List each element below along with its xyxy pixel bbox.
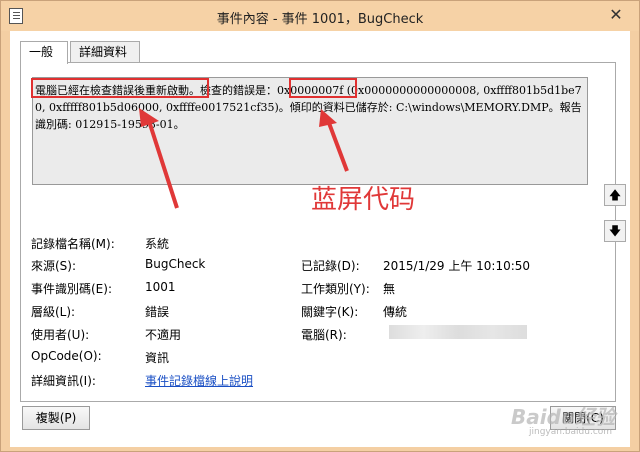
- general-tab-page: 電腦已經在檢查錯誤後重新啟動。檢查的錯誤是：0x0000007f (0x0000…: [20, 62, 616, 402]
- arrow-down-icon: 🡇: [608, 224, 622, 238]
- value-logged: 2015/1/29 上午 10:10:50: [383, 259, 531, 273]
- label-task-category: 工作類別(Y):: [301, 282, 370, 296]
- value-log-name: 系統: [145, 237, 170, 251]
- label-more-info: 詳細資訊(I):: [31, 374, 96, 388]
- previous-event-button[interactable]: 🡅: [604, 184, 626, 206]
- value-level: 錯誤: [145, 305, 170, 319]
- value-event-id: 1001: [145, 280, 176, 294]
- label-log-name: 記錄檔名稱(M):: [31, 237, 115, 251]
- tab-general[interactable]: 一般: [20, 41, 68, 64]
- value-user: 不適用: [145, 328, 182, 342]
- close-window-button[interactable]: ✕: [605, 5, 627, 25]
- highlight-box-code: [289, 78, 357, 98]
- label-source: 來源(S):: [31, 259, 77, 273]
- value-opcode: 資訊: [145, 351, 170, 365]
- baidu-watermark: Baidu经验: [511, 405, 616, 429]
- event-properties-window: 事件內容 - 事件 1001，BugCheck ✕ 一般 詳細資料 電腦已經在檢…: [0, 0, 640, 452]
- label-keywords: 關鍵字(K):: [301, 305, 359, 319]
- arrow-up-icon: 🡅: [608, 188, 622, 202]
- label-computer: 電腦(R):: [301, 328, 347, 342]
- label-logged: 已記錄(D):: [301, 259, 360, 273]
- label-opcode: OpCode(O):: [31, 349, 102, 363]
- copy-button[interactable]: 複製(P): [22, 406, 90, 430]
- tab-details[interactable]: 詳細資料: [70, 41, 140, 63]
- label-event-id: 事件識別碼(E):: [31, 282, 112, 296]
- baidu-watermark-url: jingyan.baidu.com: [529, 427, 613, 437]
- title-bar: 事件內容 - 事件 1001，BugCheck ✕: [1, 1, 639, 31]
- label-user: 使用者(U):: [31, 328, 90, 342]
- value-source: BugCheck: [145, 257, 206, 271]
- value-task-category: 無: [383, 282, 396, 296]
- label-level: 層級(L):: [31, 305, 76, 319]
- value-computer-redacted: [389, 325, 527, 339]
- next-event-button[interactable]: 🡇: [604, 220, 626, 242]
- online-help-link[interactable]: 事件記錄檔線上說明: [145, 372, 253, 389]
- highlight-box-message: [31, 78, 209, 98]
- value-keywords: 傳統: [383, 305, 408, 319]
- window-title: 事件內容 - 事件 1001，BugCheck: [216, 12, 424, 27]
- bluescreen-code-annotation: 蓝屏代码: [311, 185, 416, 215]
- dialog-panel: 一般 詳細資料 電腦已經在檢查錯誤後重新啟動。檢查的錯誤是：0x0000007f…: [10, 31, 630, 447]
